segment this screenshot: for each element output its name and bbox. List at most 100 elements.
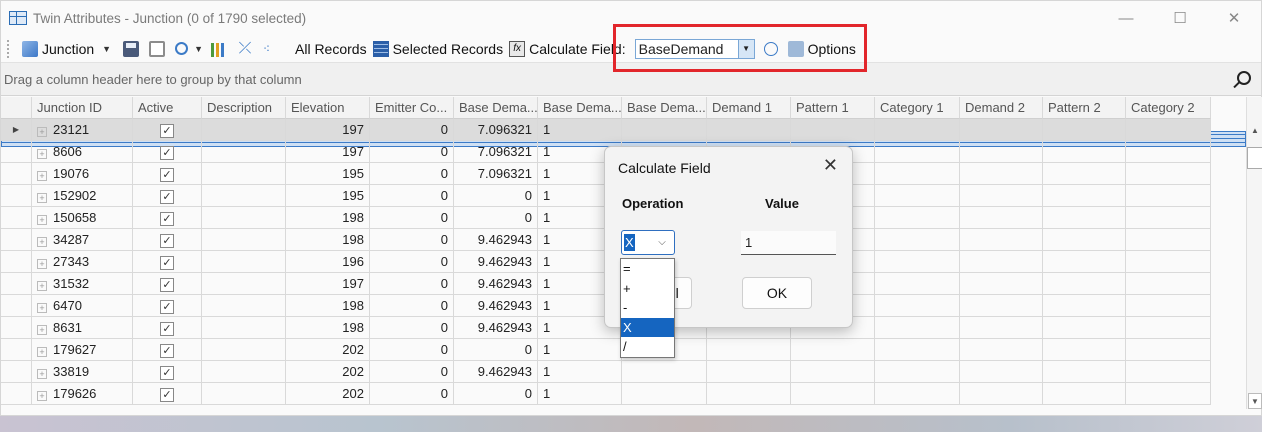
column-header[interactable]: Category 1 bbox=[875, 97, 960, 119]
emitter-cell[interactable]: 0 bbox=[370, 361, 454, 383]
minimize-button[interactable]: — bbox=[1099, 1, 1153, 35]
chart-button[interactable] bbox=[208, 37, 234, 61]
empty-cell[interactable] bbox=[875, 119, 960, 141]
empty-cell[interactable] bbox=[960, 273, 1043, 295]
empty-cell[interactable] bbox=[1043, 273, 1126, 295]
row-indicator[interactable] bbox=[1, 273, 32, 295]
emitter-cell[interactable]: 0 bbox=[370, 229, 454, 251]
empty-cell[interactable] bbox=[707, 383, 791, 405]
description-cell[interactable] bbox=[202, 185, 286, 207]
empty-cell[interactable] bbox=[707, 339, 791, 361]
empty-cell[interactable] bbox=[1126, 141, 1211, 163]
active-checkbox[interactable]: ✓ bbox=[160, 146, 174, 160]
table-row[interactable]: ▶ +23121 ✓ 197 0 7.096321 1 bbox=[1, 119, 1246, 141]
base-demand-cell[interactable]: 7.096321 bbox=[454, 119, 538, 141]
empty-cell[interactable] bbox=[875, 163, 960, 185]
description-cell[interactable] bbox=[202, 251, 286, 273]
row-indicator[interactable] bbox=[1, 163, 32, 185]
row-indicator[interactable]: ▶ bbox=[1, 119, 32, 141]
empty-cell[interactable] bbox=[1126, 339, 1211, 361]
junction-id-cell[interactable]: +6470 bbox=[32, 295, 133, 317]
active-checkbox[interactable]: ✓ bbox=[160, 256, 174, 270]
active-checkbox[interactable]: ✓ bbox=[160, 124, 174, 138]
maximize-button[interactable]: ☐ bbox=[1153, 1, 1207, 35]
close-icon[interactable]: ✕ bbox=[823, 155, 838, 176]
chevron-down-icon[interactable]: ⌵ bbox=[653, 233, 671, 252]
expand-icon[interactable]: + bbox=[37, 303, 47, 313]
empty-cell[interactable] bbox=[875, 273, 960, 295]
column-header[interactable]: Emitter Co... bbox=[370, 97, 454, 119]
junction-id-cell[interactable]: +34287 bbox=[32, 229, 133, 251]
elevation-cell[interactable]: 197 bbox=[286, 119, 370, 141]
empty-cell[interactable] bbox=[960, 141, 1043, 163]
column-header[interactable]: Elevation bbox=[286, 97, 370, 119]
copy-button[interactable] bbox=[146, 37, 172, 61]
empty-cell[interactable] bbox=[1043, 251, 1126, 273]
base-demand-cell[interactable]: 9.462943 bbox=[454, 361, 538, 383]
empty-cell[interactable] bbox=[1043, 207, 1126, 229]
operation-option[interactable]: + bbox=[621, 279, 674, 299]
empty-cell[interactable] bbox=[875, 251, 960, 273]
row-indicator[interactable] bbox=[1, 229, 32, 251]
active-checkbox[interactable]: ✓ bbox=[160, 234, 174, 248]
table-row[interactable]: +179626 ✓ 202 0 0 1 bbox=[1, 383, 1246, 405]
description-cell[interactable] bbox=[202, 295, 286, 317]
empty-cell[interactable] bbox=[1043, 185, 1126, 207]
value-input[interactable]: 1 bbox=[741, 231, 836, 255]
base-demand-cell[interactable]: 9.462943 bbox=[454, 251, 538, 273]
scroll-thumb[interactable] bbox=[1247, 147, 1262, 169]
empty-cell[interactable] bbox=[1043, 119, 1126, 141]
junction-id-cell[interactable]: +150658 bbox=[32, 207, 133, 229]
description-cell[interactable] bbox=[202, 339, 286, 361]
junction-id-cell[interactable]: +179626 bbox=[32, 383, 133, 405]
base-demand-cell[interactable]: 0 bbox=[454, 185, 538, 207]
empty-cell[interactable] bbox=[791, 339, 875, 361]
description-cell[interactable] bbox=[202, 229, 286, 251]
elevation-cell[interactable]: 202 bbox=[286, 383, 370, 405]
base-demand-cell[interactable]: 9.462943 bbox=[454, 229, 538, 251]
description-cell[interactable] bbox=[202, 163, 286, 185]
layer-selector[interactable]: Junction ▼ bbox=[19, 37, 120, 61]
base-demand-cell[interactable]: 9.462943 bbox=[454, 317, 538, 339]
empty-cell[interactable] bbox=[960, 295, 1043, 317]
row-indicator[interactable] bbox=[1, 339, 32, 361]
base-demand-cell[interactable]: 9.462943 bbox=[454, 273, 538, 295]
zoom-button[interactable]: ▼ bbox=[172, 37, 208, 61]
options-button[interactable]: Options bbox=[785, 37, 859, 61]
all-records-button[interactable]: All Records bbox=[1, 37, 1246, 147]
expand-icon[interactable]: + bbox=[37, 347, 47, 357]
junction-id-cell[interactable]: +27343 bbox=[32, 251, 133, 273]
elevation-cell[interactable]: 198 bbox=[286, 229, 370, 251]
emitter-cell[interactable]: 0 bbox=[370, 163, 454, 185]
emitter-cell[interactable]: 0 bbox=[370, 339, 454, 361]
active-cell[interactable]: ✓ bbox=[133, 141, 202, 163]
elevation-cell[interactable]: 198 bbox=[286, 207, 370, 229]
save-button[interactable] bbox=[120, 37, 146, 61]
empty-cell[interactable] bbox=[707, 119, 791, 141]
active-checkbox[interactable]: ✓ bbox=[160, 190, 174, 204]
active-cell[interactable]: ✓ bbox=[133, 163, 202, 185]
empty-cell[interactable] bbox=[791, 361, 875, 383]
empty-cell[interactable] bbox=[1043, 361, 1126, 383]
operation-option[interactable]: X bbox=[621, 317, 674, 338]
empty-cell[interactable] bbox=[1126, 361, 1211, 383]
column-header[interactable]: Active bbox=[133, 97, 202, 119]
empty-cell[interactable] bbox=[1043, 141, 1126, 163]
empty-cell[interactable] bbox=[875, 339, 960, 361]
empty-cell[interactable] bbox=[1126, 119, 1211, 141]
expand-icon[interactable]: + bbox=[37, 215, 47, 225]
column-header[interactable]: Description bbox=[202, 97, 286, 119]
column-header[interactable]: Demand 2 bbox=[960, 97, 1043, 119]
empty-cell[interactable] bbox=[1126, 251, 1211, 273]
junction-id-cell[interactable]: +19076 bbox=[32, 163, 133, 185]
base-demand-pattern-cell[interactable]: 1 bbox=[538, 383, 622, 405]
empty-cell[interactable] bbox=[875, 207, 960, 229]
empty-cell[interactable] bbox=[960, 119, 1043, 141]
elevation-cell[interactable]: 197 bbox=[286, 273, 370, 295]
expand-icon[interactable]: + bbox=[37, 281, 47, 291]
row-indicator[interactable] bbox=[1, 141, 32, 163]
column-header[interactable]: Base Dema... bbox=[538, 97, 622, 119]
row-indicator[interactable] bbox=[1, 295, 32, 317]
expand-icon[interactable]: + bbox=[37, 259, 47, 269]
empty-cell[interactable] bbox=[622, 119, 707, 141]
